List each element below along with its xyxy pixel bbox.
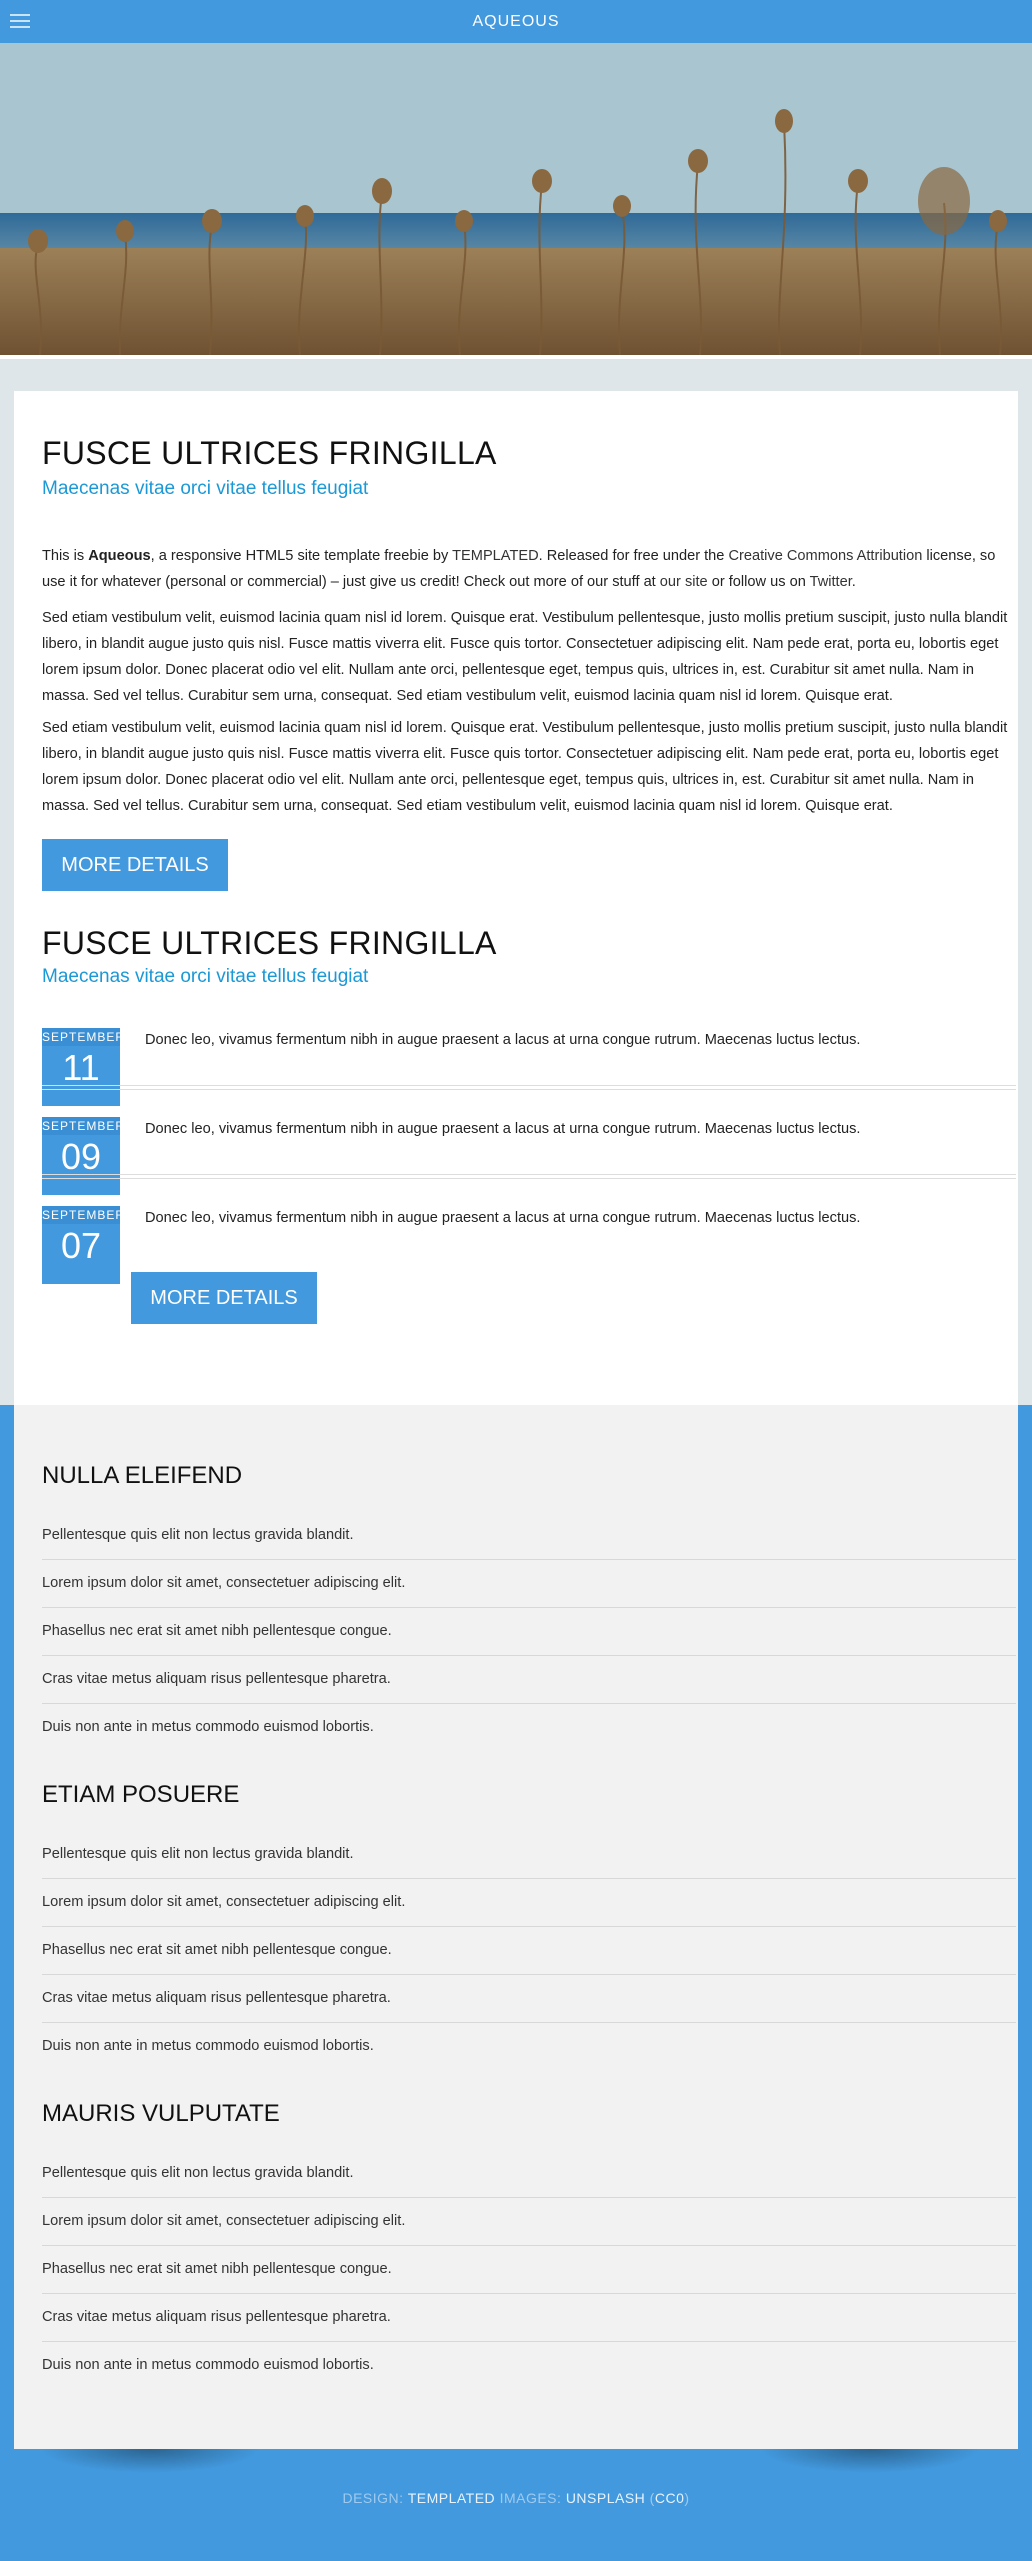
intro-text-6: . (851, 574, 856, 590)
link-list: Pellentesque quis elit non lectus gravid… (42, 1512, 1016, 1751)
list-item[interactable]: Cras vitae metus aliquam risus pellentes… (42, 1975, 1016, 2023)
templated-link[interactable]: TEMPLATED (452, 548, 539, 564)
footer-templated-link[interactable]: TEMPLATED (408, 2490, 495, 2506)
footer-design-label: Design: (342, 2490, 404, 2506)
list-item[interactable]: Lorem ipsum dolor sit amet, consectetuer… (42, 1879, 1016, 1927)
intro-brand: Aqueous (88, 548, 151, 564)
list-item[interactable]: Phasellus nec erat sit amet nibh pellent… (42, 1608, 1016, 1656)
section2-title: Fusce ultrices fringilla (42, 925, 497, 961)
our-site-link[interactable]: our site (660, 574, 708, 590)
body-paragraph-2: Sed etiam vestibulum velit, euismod laci… (42, 610, 1008, 704)
site-title[interactable]: Aqueous (0, 0, 1032, 43)
section1-title: Fusce ultrices fringilla (42, 435, 497, 471)
list-title-etiam-posuere: Etiam posuere (42, 1781, 240, 1808)
top-bar: Aqueous (0, 0, 1032, 43)
event-month: September (42, 1206, 120, 1224)
list-item[interactable]: Cras vitae metus aliquam risus pellentes… (42, 1656, 1016, 1704)
section1-subtitle: Maecenas vitae orci vitae tellus feugiat (42, 478, 369, 499)
list-item[interactable]: Duis non ante in metus commodo euismod l… (42, 2023, 1016, 2070)
list-item[interactable]: Phasellus nec erat sit amet nibh pellent… (42, 1927, 1016, 1975)
hero-photo (0, 43, 1032, 355)
footer-paren-close: ) (684, 2490, 690, 2506)
body-paragraph-3: Sed etiam vestibulum velit, euismod laci… (42, 720, 1008, 814)
event-month: September (42, 1117, 120, 1135)
event-date-badge: September 09 (42, 1117, 120, 1195)
event-day: 07 (60, 1225, 102, 1266)
license-link[interactable]: Creative Commons Attribution (728, 548, 922, 564)
link-list: Pellentesque quis elit non lectus gravid… (42, 1831, 1016, 2070)
list-title-nulla-eleifend: Nulla eleifend (42, 1462, 243, 1489)
event-day: 11 (62, 1047, 100, 1088)
link-list: Pellentesque quis elit non lectus gravid… (42, 2150, 1016, 2389)
panel-shadow (40, 2449, 260, 2473)
intro-text-5: or follow us on (707, 574, 810, 590)
footer-cc0-link[interactable]: CC0 (655, 2490, 685, 2506)
event-month: September (42, 1028, 120, 1046)
hero-image (0, 43, 1032, 355)
event-separator (42, 1085, 1016, 1090)
list-item[interactable]: Duis non ante in metus commodo euismod l… (42, 1704, 1016, 1751)
list-item[interactable]: Phasellus nec erat sit amet nibh pellent… (42, 2246, 1016, 2294)
more-details-button[interactable]: More Details (42, 839, 228, 891)
list-item[interactable]: Pellentesque quis elit non lectus gravid… (42, 1512, 1016, 1560)
list-item[interactable]: Duis non ante in metus commodo euismod l… (42, 2342, 1016, 2389)
section2-subtitle: Maecenas vitae orci vitae tellus feugiat (42, 966, 369, 987)
event-description: Donec leo, vivamus fermentum nibh in aug… (145, 1210, 861, 1226)
event-date-badge: September 07 (42, 1206, 120, 1284)
twitter-link[interactable]: Twitter (810, 574, 852, 590)
event-day: 09 (60, 1136, 102, 1177)
intro-text-2: , a responsive HTML5 site template freeb… (150, 548, 453, 564)
panel-shadow (760, 2449, 980, 2473)
event-date-badge: September 11 (42, 1028, 120, 1106)
footer-credits: Design: TEMPLATED Images: Unsplash (CC0) (0, 2490, 1032, 2506)
list-item[interactable]: Pellentesque quis elit non lectus gravid… (42, 2150, 1016, 2198)
footer-unsplash-link[interactable]: Unsplash (566, 2490, 645, 2506)
list-item[interactable]: Lorem ipsum dolor sit amet, consectetuer… (42, 2198, 1016, 2246)
list-title-mauris-vulputate: Mauris vulputate (42, 2100, 280, 2127)
intro-paragraph: This is Aqueous, a responsive HTML5 site… (42, 543, 1014, 595)
footer-images-label: Images: (499, 2490, 562, 2506)
events-more-details-button[interactable]: More Details (131, 1272, 317, 1324)
list-item[interactable]: Cras vitae metus aliquam risus pellentes… (42, 2294, 1016, 2342)
event-separator (42, 1174, 1016, 1179)
intro-text-1: This is (42, 548, 89, 564)
list-item[interactable]: Lorem ipsum dolor sit amet, consectetuer… (42, 1560, 1016, 1608)
event-description: Donec leo, vivamus fermentum nibh in aug… (145, 1032, 861, 1048)
main-content-panel: Fusce ultrices fringilla Maecenas vitae … (14, 391, 1018, 1405)
lists-panel: Nulla eleifend Pellentesque quis elit no… (14, 1405, 1018, 2449)
event-description: Donec leo, vivamus fermentum nibh in aug… (145, 1121, 861, 1137)
list-item[interactable]: Pellentesque quis elit non lectus gravid… (42, 1831, 1016, 1879)
intro-text-3: . Released for free under the (538, 548, 729, 564)
